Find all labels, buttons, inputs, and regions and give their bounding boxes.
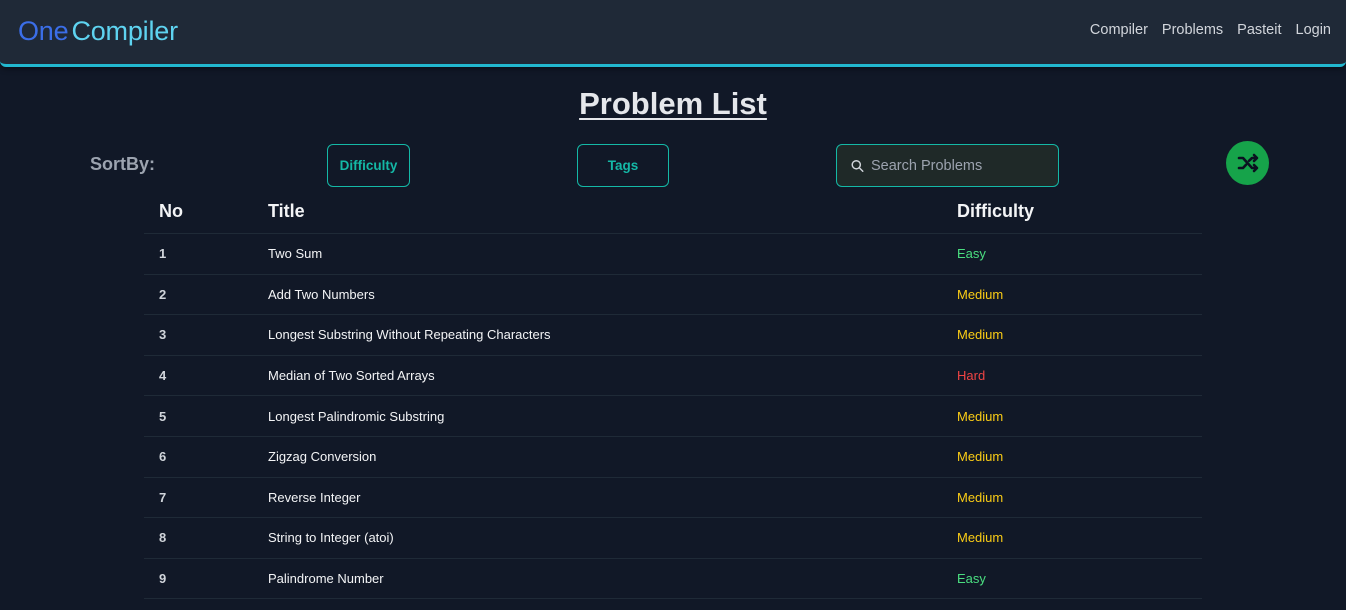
problem-title-link[interactable]: Zigzag Conversion xyxy=(268,449,957,464)
brand-logo[interactable]: One Compiler xyxy=(18,16,178,47)
brand-part-two: Compiler xyxy=(71,16,178,46)
difficulty-badge: Easy xyxy=(957,571,986,587)
table-row[interactable]: 2 Add Two Numbers Medium xyxy=(144,275,1202,316)
nav-link-login[interactable]: Login xyxy=(1296,22,1331,38)
sort-by-label: SortBy: xyxy=(90,154,156,174)
table-body: 1 Two Sum Easy 2 Add Two Numbers Medium 3 Longe… xyxy=(144,234,1202,600)
problem-number: 5 xyxy=(159,408,167,424)
problem-number: 4 xyxy=(159,368,167,384)
table-row[interactable]: 6 Zigzag Conversion Medium xyxy=(144,437,1202,478)
difficulty-badge: Easy xyxy=(957,246,986,262)
table-row[interactable]: 3 Longest Substring Without Repeating Cha… xyxy=(144,315,1202,356)
difficulty-filter-button[interactable]: Difficulty xyxy=(327,144,410,187)
problem-number: 3 xyxy=(159,327,167,343)
problem-table: No Title Difficulty 1 Two Sum Easy 2 Add Two… xyxy=(144,190,1202,600)
nav-link-compiler[interactable]: Compiler xyxy=(1090,22,1148,38)
page-title-text: Problem List xyxy=(579,86,767,121)
table-row[interactable]: 5 Longest Palindromic Substring Medium xyxy=(144,396,1202,437)
problem-number: 2 xyxy=(159,286,167,302)
problem-number: 6 xyxy=(159,449,167,465)
problem-number: 7 xyxy=(159,489,167,505)
brand-part-one: One xyxy=(18,16,69,46)
problem-number: 9 xyxy=(159,571,167,587)
problem-number: 8 xyxy=(159,530,167,546)
table-row[interactable]: 7 Reverse Integer Medium xyxy=(144,478,1202,519)
problem-title-link[interactable]: Palindrome Number xyxy=(268,571,957,586)
problem-title-link[interactable]: Add Two Numbers xyxy=(268,287,957,302)
nav-links: Compiler Problems Pasteit Login xyxy=(1090,22,1331,38)
problem-title-link[interactable]: Longest Substring Without Repeating Char… xyxy=(268,327,957,342)
column-header-title[interactable]: Title xyxy=(268,201,957,222)
table-header: No Title Difficulty xyxy=(144,190,1202,234)
difficulty-badge: Medium xyxy=(957,530,1004,546)
difficulty-badge: Medium xyxy=(957,408,1004,424)
tags-filter-button[interactable]: Tags xyxy=(577,144,669,187)
difficulty-badge: Medium xyxy=(957,489,1004,505)
shuffle-icon xyxy=(1237,153,1258,173)
nav-link-pasteit[interactable]: Pasteit xyxy=(1237,22,1281,38)
problem-number: 1 xyxy=(159,246,167,262)
nav-link-problems[interactable]: Problems xyxy=(1162,22,1223,38)
table-row[interactable]: 1 Two Sum Easy xyxy=(144,234,1202,275)
column-header-no[interactable]: No xyxy=(144,201,268,222)
difficulty-badge: Medium xyxy=(957,449,1004,465)
search-input[interactable] xyxy=(871,157,1058,174)
column-header-difficulty[interactable]: Difficulty xyxy=(957,201,1202,222)
table-row[interactable]: 9 Palindrome Number Easy xyxy=(144,559,1202,600)
search-icon xyxy=(851,159,864,172)
difficulty-badge: Medium xyxy=(957,327,1004,343)
problem-title-link[interactable]: Two Sum xyxy=(268,246,957,261)
random-problem-button[interactable] xyxy=(1226,141,1269,185)
difficulty-badge: Hard xyxy=(957,368,986,384)
table-row[interactable]: 8 String to Integer (atoi) Medium xyxy=(144,518,1202,559)
table-row[interactable]: 4 Median of Two Sorted Arrays Hard xyxy=(144,356,1202,397)
search-box xyxy=(836,144,1059,187)
problem-title-link[interactable]: String to Integer (atoi) xyxy=(268,530,957,545)
problem-title-link[interactable]: Longest Palindromic Substring xyxy=(268,409,957,424)
navbar: One Compiler Compiler Problems Pasteit Lo… xyxy=(0,0,1346,67)
problem-title-link[interactable]: Median of Two Sorted Arrays xyxy=(268,368,957,383)
page-title: Problem List xyxy=(0,86,1346,122)
difficulty-badge: Medium xyxy=(957,286,1004,302)
problem-title-link[interactable]: Reverse Integer xyxy=(268,490,957,505)
